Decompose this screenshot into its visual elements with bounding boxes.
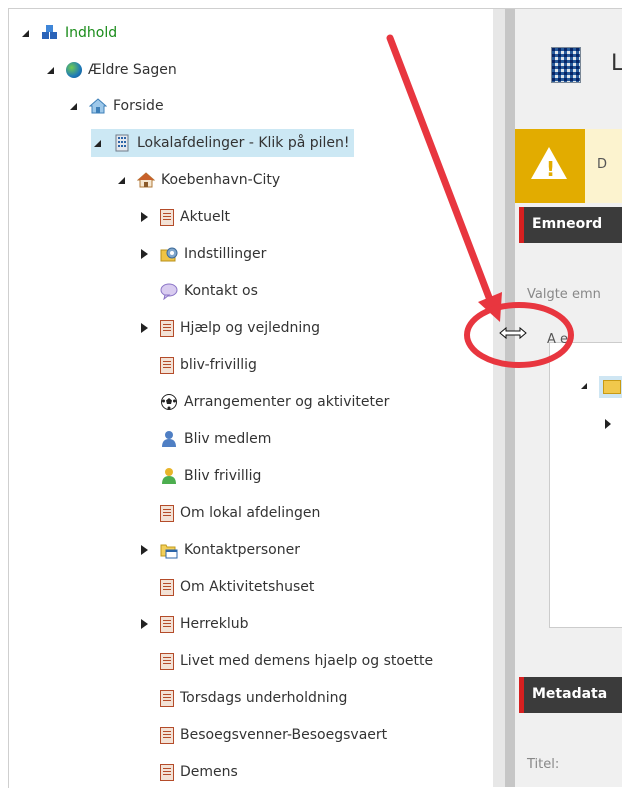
tree-item-aktuelt[interactable]: Aktuelt	[138, 203, 230, 231]
globe-icon	[66, 62, 82, 78]
tree-item-hjaelp-og-vejledning[interactable]: Hjælp og vejledning	[138, 314, 320, 342]
tree-item-livet-med-demens[interactable]: Livet med demens hjaelp og stoette	[160, 647, 433, 675]
building-large-icon	[551, 47, 581, 83]
document-icon	[160, 763, 174, 781]
tree-item-herreklub[interactable]: Herreklub	[138, 610, 248, 638]
collapsed-arrow-icon[interactable]	[138, 618, 150, 630]
tree-item-koebenhavn-city[interactable]: Koebenhavn-City	[115, 166, 280, 194]
tree-item-bliv-medlem[interactable]: Bliv medlem	[160, 425, 271, 453]
item-header: L	[551, 47, 622, 87]
folder-window-icon	[160, 541, 178, 559]
tree-item-label: Indstillinger	[184, 246, 267, 262]
all-keywords-label: A e	[547, 332, 569, 347]
tree-item-aeldre-sagen[interactable]: Ældre Sagen	[44, 56, 177, 84]
tree-item-label: Kontaktpersoner	[184, 542, 300, 558]
section-header-metadata[interactable]: Metadata	[519, 677, 622, 713]
document-icon	[160, 356, 174, 374]
content-tree-icon	[41, 24, 59, 42]
item-title: L	[611, 51, 622, 76]
collapsed-arrow-icon[interactable]	[138, 248, 150, 260]
house-icon	[136, 171, 156, 189]
tree-item-label: Arrangementer og aktiviteter	[184, 394, 390, 410]
chat-bubble-icon	[160, 282, 178, 301]
tree-item-label: bliv-frivillig	[180, 357, 257, 373]
tree-item-om-lokal-afdelingen[interactable]: Om lokal afdelingen	[160, 499, 320, 527]
tree-item-lokalafdelinger[interactable]: Lokalafdelinger - Klik på pilen!	[91, 129, 354, 157]
tree-item-label: Besoegsvenner-Besoegsvaert	[180, 727, 388, 743]
expand-arrow-icon[interactable]	[91, 137, 103, 149]
resize-cursor-icon	[499, 325, 531, 341]
folder-icon	[603, 380, 621, 394]
expand-arrow-icon[interactable]	[19, 27, 31, 39]
document-icon	[160, 726, 174, 744]
tree-item-label: Herreklub	[180, 616, 249, 632]
tree-item-indhold[interactable]: Indhold	[19, 19, 117, 47]
tree-item-label: Demens	[180, 764, 238, 780]
document-icon	[160, 578, 174, 596]
home-icon	[88, 97, 108, 115]
tree-item-arrangementer[interactable]: Arrangementer og aktiviteter	[160, 388, 389, 416]
tree-item-label: Hjælp og vejledning	[180, 320, 320, 336]
tree-item-bliv-frivillig-page[interactable]: bliv-frivillig	[160, 351, 257, 379]
panel-splitter-handle[interactable]	[505, 9, 515, 787]
person-yellow-icon	[160, 467, 178, 485]
warning-text: D	[597, 157, 608, 172]
section-header-emneord[interactable]: Emneord	[519, 207, 622, 243]
tree-item-label: Forside	[113, 98, 164, 114]
content-editor-panel: L ! D Emneord Valgte emn A e Metadata Ti…	[515, 9, 622, 787]
collapsed-arrow-icon[interactable]	[138, 211, 150, 223]
soccer-ball-icon	[160, 393, 178, 411]
tree-item-label: Indhold	[65, 25, 118, 41]
title-field-label: Titel:	[527, 757, 560, 772]
tree-item-label: Kontakt os	[184, 283, 258, 299]
document-icon	[160, 319, 174, 337]
tree-item-label: Koebenhavn-City	[161, 172, 281, 188]
expand-arrow-icon[interactable]	[67, 100, 79, 112]
document-icon	[160, 652, 174, 670]
expand-arrow-icon[interactable]	[581, 383, 587, 389]
warning-icon-box: !	[515, 129, 585, 203]
tree-item-kontaktpersoner[interactable]: Kontaktpersoner	[138, 536, 300, 564]
tree-item-forside[interactable]: Forside	[67, 92, 164, 120]
tree-item-label: Om lokal afdelingen	[180, 505, 321, 521]
document-icon	[160, 504, 174, 522]
tree-item-demens[interactable]: Demens	[160, 758, 238, 786]
collapsed-arrow-icon[interactable]	[138, 322, 150, 334]
tree-item-indstillinger[interactable]: Indstillinger	[138, 240, 266, 268]
tree-item-torsdags-underholdning[interactable]: Torsdags underholdning	[160, 684, 347, 712]
expand-arrow-icon[interactable]	[115, 174, 127, 186]
warning-banner: ! D	[515, 129, 622, 203]
tree-item-label: Livet med demens hjaelp og stoette	[180, 653, 434, 669]
tree-item-bliv-frivillig[interactable]: Bliv frivillig	[160, 462, 261, 490]
tree-item-label: Bliv frivillig	[184, 468, 262, 484]
content-tree: Indhold Ældre Sagen Forside Lokalafdelin…	[9, 9, 493, 787]
tree-item-label: Torsdags underholdning	[180, 690, 348, 706]
tree-item-label: Aktuelt	[180, 209, 231, 225]
building-icon	[113, 134, 131, 152]
expand-arrow-icon[interactable]	[44, 64, 56, 76]
document-icon	[160, 689, 174, 707]
tree-item-label: Lokalafdelinger - Klik på pilen!	[137, 135, 350, 151]
tree-item-om-aktivitetshuset[interactable]: Om Aktivitetshuset	[160, 573, 314, 601]
selected-keywords-label: Valgte emn	[527, 287, 601, 302]
document-icon	[160, 615, 174, 633]
keyword-tree-root[interactable]	[599, 376, 622, 398]
collapsed-arrow-icon[interactable]	[605, 419, 611, 429]
settings-folder-icon	[160, 245, 178, 263]
collapsed-arrow-icon[interactable]	[138, 544, 150, 556]
document-icon	[160, 208, 174, 226]
tree-item-label: Om Aktivitetshuset	[180, 579, 315, 595]
tree-item-kontakt-os[interactable]: Kontakt os	[160, 277, 258, 305]
person-blue-icon	[160, 430, 178, 448]
tree-item-label: Bliv medlem	[184, 431, 272, 447]
tree-item-label: Ældre Sagen	[88, 62, 177, 78]
tree-item-besoegsvenner[interactable]: Besoegsvenner-Besoegsvaert	[160, 721, 387, 749]
